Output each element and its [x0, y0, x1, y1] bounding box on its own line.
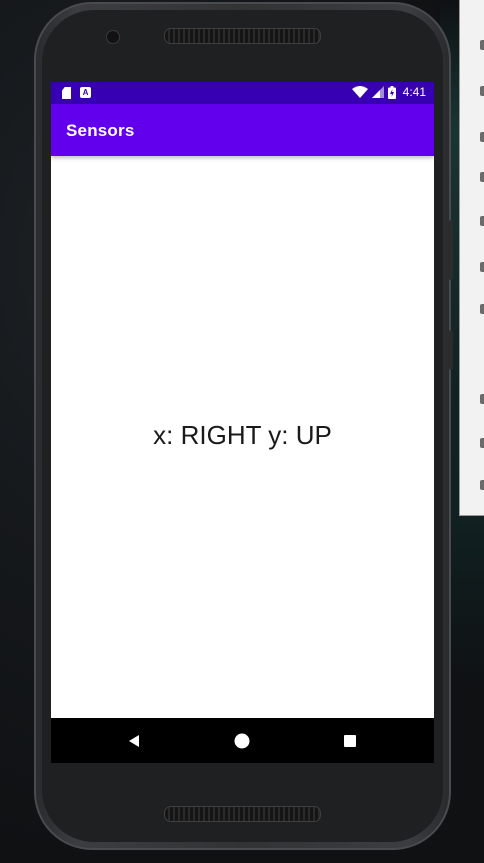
- bottom-speaker-grille: [164, 806, 321, 822]
- toolbar-rotate-right-icon[interactable]: [480, 216, 484, 226]
- front-camera: [106, 30, 120, 44]
- wifi-icon: [351, 85, 368, 98]
- battery-icon: [387, 85, 396, 99]
- status-time: 4:41: [402, 85, 426, 99]
- power-button[interactable]: [449, 330, 453, 370]
- home-icon: [234, 733, 250, 749]
- toolbar-volume-up-icon[interactable]: [480, 86, 484, 96]
- status-bar: A 4:41: [51, 82, 434, 104]
- a-notification-icon: A: [80, 87, 91, 98]
- sd-card-icon: [62, 87, 71, 99]
- toolbar-zoom-icon[interactable]: [480, 304, 484, 314]
- toolbar-screenshot-icon[interactable]: [480, 262, 484, 272]
- toolbar-more-icon[interactable]: [480, 480, 484, 490]
- home-button[interactable]: [231, 730, 253, 752]
- app-bar: Sensors: [51, 104, 434, 156]
- volume-rocker[interactable]: [449, 220, 453, 280]
- toolbar-volume-down-icon[interactable]: [480, 132, 484, 142]
- back-icon: [129, 735, 139, 747]
- app-title: Sensors: [66, 121, 135, 140]
- cell-signal-icon: [371, 86, 384, 98]
- top-speaker-grille: [164, 28, 321, 44]
- a-icon-letter: A: [82, 88, 89, 97]
- toolbar-power-icon[interactable]: [480, 40, 484, 50]
- toolbar-rotate-left-icon[interactable]: [480, 172, 484, 182]
- back-button[interactable]: [123, 730, 145, 752]
- recents-icon: [344, 735, 356, 747]
- toolbar-back-icon[interactable]: [480, 394, 484, 404]
- recents-button[interactable]: [339, 730, 361, 752]
- toolbar-home-icon[interactable]: [480, 438, 484, 448]
- emulator-side-toolbar: [459, 0, 484, 516]
- device-screen: A 4:41 Sensors x: RIGHT y: UP: [51, 82, 434, 763]
- sensor-direction-text: x: RIGHT y: UP: [153, 420, 332, 450]
- navigation-bar: [51, 718, 434, 763]
